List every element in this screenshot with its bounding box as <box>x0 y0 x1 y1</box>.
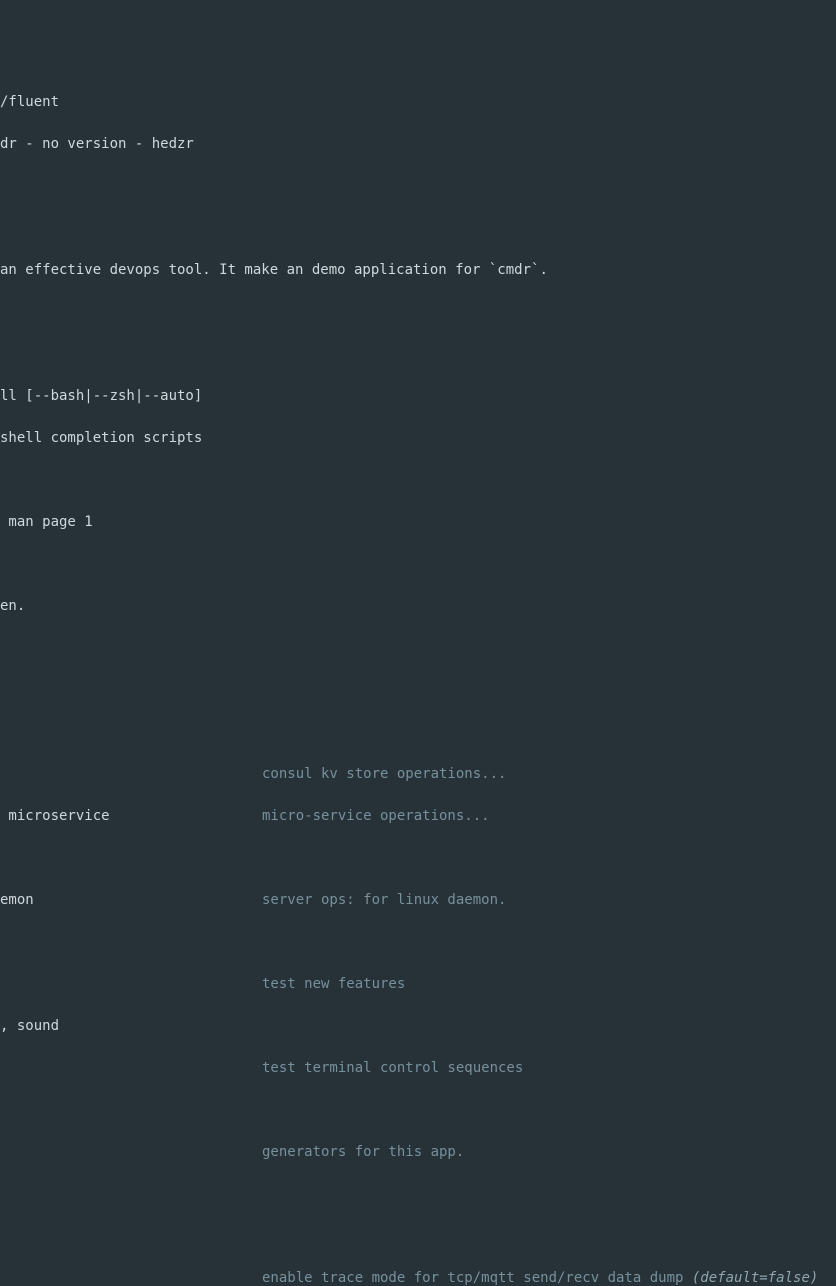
cmd-test-desc: test new features <box>262 974 405 995</box>
cmd-daemon-left: emon <box>0 890 262 911</box>
manpage-line: man page 1 <box>0 512 836 533</box>
usage-line1: ll [--bash|--zsh|--auto] <box>0 386 836 407</box>
header-desc: an effective devops tool. It make an dem… <box>0 260 836 281</box>
cmd-ms-left: microservice <box>0 806 262 827</box>
cmd-kv-desc: consul kv store operations... <box>262 764 506 785</box>
cmd-ms-desc: micro-service operations... <box>262 806 490 827</box>
opt-trace-desc: enable trace mode for tcp/mqtt send/recv… <box>262 1270 692 1286</box>
cmd-tty-desc: test terminal control sequences <box>262 1058 523 1079</box>
header-path: /fluent <box>0 92 836 113</box>
cmd-daemon-desc: server ops: for linux daemon. <box>262 890 506 911</box>
opt-trace-default: (default=false) <box>692 1270 818 1286</box>
usage-line2: shell completion scripts <box>0 428 836 449</box>
cmd-gen-desc: generators for this app. <box>262 1142 464 1163</box>
cmd-sound-left: , sound <box>0 1016 262 1037</box>
en-line: en. <box>0 596 836 617</box>
header-line2: dr - no version - hedzr <box>0 134 836 155</box>
